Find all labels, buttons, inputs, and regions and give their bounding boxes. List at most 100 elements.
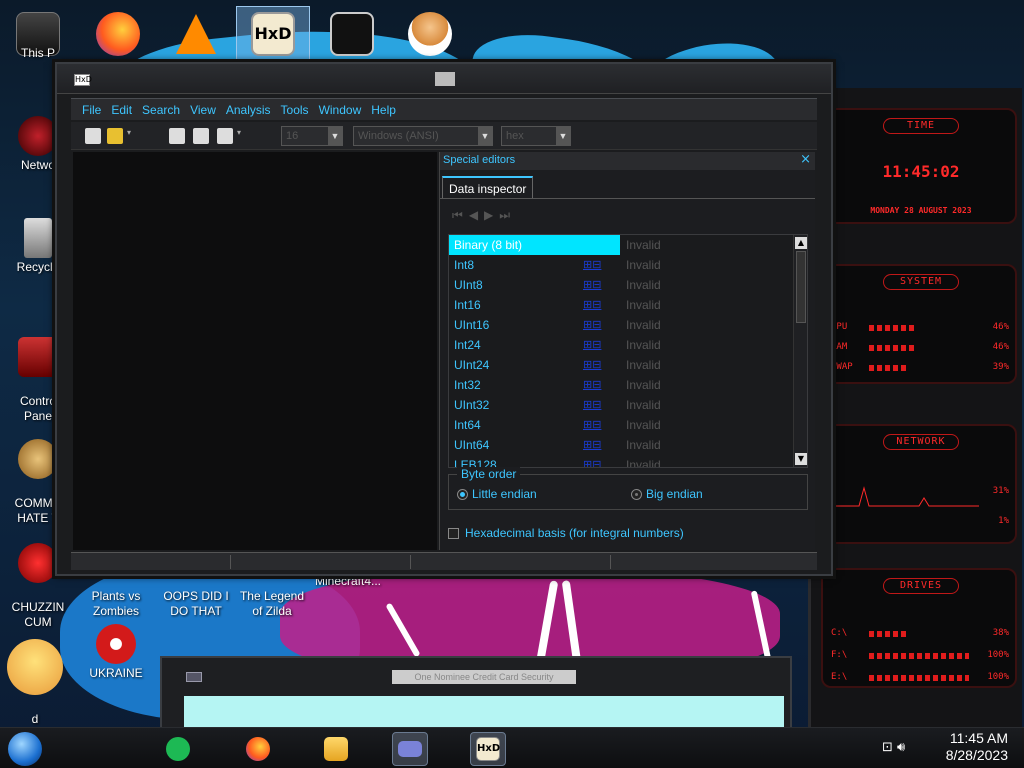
inspector-row-int8[interactable]: Int8 ⊞⊟ Invalid — [449, 255, 793, 275]
start-button[interactable] — [8, 732, 42, 766]
time-card: TIME 11:45:02 MONDAY 28 AUGUST 2023 — [821, 108, 1017, 224]
special-editors-header: Special editors × — [440, 152, 815, 170]
menu-help[interactable]: Help — [366, 99, 401, 121]
dropdown-arrow-icon[interactable]: ▾ — [237, 128, 243, 144]
scroll-down-icon[interactable]: ▼ — [795, 453, 807, 465]
taskbar-card-app[interactable] — [392, 732, 428, 766]
display-mode-select[interactable]: hex ▼ — [501, 126, 571, 146]
control-panel-icon — [18, 337, 58, 377]
scroll-up-icon[interactable]: ▲ — [795, 237, 807, 249]
menu-window[interactable]: Window — [314, 99, 367, 121]
credit-card-window-title: One Nominee Credit Card Security — [392, 670, 576, 684]
inspector-row-uint24[interactable]: UInt24 ⊞⊟ Invalid — [449, 355, 793, 375]
taskbar-firefox[interactable] — [240, 732, 276, 766]
volume-icon[interactable]: 🔊︎ — [897, 740, 905, 755]
inspector-scrollbar[interactable]: ▲ ▼ — [793, 235, 807, 467]
hxd-desktop-icon[interactable]: HxD — [236, 6, 310, 62]
inspector-row-uint8[interactable]: UInt8 ⊞⊟ Invalid — [449, 275, 793, 295]
card-app-icon[interactable] — [186, 672, 202, 682]
row-type-label: UInt8 — [454, 278, 483, 292]
properties-icon[interactable] — [217, 128, 233, 144]
hxd-system-menu-icon[interactable]: HxD — [74, 74, 92, 86]
row-type-label: UInt32 — [454, 398, 490, 412]
hex-basis-checkbox[interactable]: Hexadecimal basis (for integral numbers) — [448, 526, 684, 540]
open-dropdown-arrow-icon[interactable]: ▾ — [127, 128, 133, 144]
inspector-row-uint32[interactable]: UInt32 ⊞⊟ Invalid — [449, 395, 793, 415]
last-icon[interactable]: ⏭ — [499, 208, 510, 223]
big-endian-radio[interactable]: Big endian — [631, 487, 703, 501]
inspector-row-int24[interactable]: Int24 ⊞⊟ Invalid — [449, 335, 793, 355]
toolbar: ▾ ▾ 16 ▼ Windows (ANSI) ▼ hex ▼ — [71, 122, 817, 150]
desktop-icon-plants-vs-zombies[interactable]: Plants vs Zombies — [78, 574, 154, 619]
window-titlebar[interactable]: HxD — [57, 64, 831, 94]
desktop-icon-this-pc[interactable]: This P — [0, 46, 76, 61]
base-toggle-icon[interactable]: ⊞⊟ — [583, 398, 601, 411]
base-toggle-icon[interactable]: ⊞⊟ — [583, 378, 601, 391]
desktop-icon-minecraft[interactable]: Minecraft4... — [310, 574, 386, 589]
menu-tools[interactable]: Tools — [276, 99, 314, 121]
taskbar-hxd[interactable]: HxD — [470, 732, 506, 766]
bytes-per-row-select[interactable]: 16 ▼ — [281, 126, 343, 146]
firefox-icon — [246, 737, 270, 761]
row-value: Invalid — [626, 398, 661, 412]
inspector-row-uint16[interactable]: UInt16 ⊞⊟ Invalid — [449, 315, 793, 335]
little-endian-radio[interactable]: Little endian — [457, 487, 537, 501]
row-type-label: Int8 — [454, 258, 475, 272]
save-icon[interactable] — [169, 128, 185, 144]
card-icon — [398, 741, 422, 757]
desktop-icon-legend-of-zilda[interactable]: The Legend of Zilda — [234, 574, 310, 619]
base-toggle-icon[interactable]: ⊞⊟ — [583, 438, 601, 451]
network-tray-icon[interactable]: ⊡ — [882, 740, 893, 755]
hex-editor-area[interactable] — [73, 152, 437, 550]
radiation-icon — [96, 624, 136, 664]
menu-analysis[interactable]: Analysis — [221, 99, 276, 121]
row-value: Invalid — [626, 318, 661, 332]
drive-f-row: F:\ 100% — [829, 650, 1013, 664]
previous-icon[interactable]: ◀ — [469, 208, 478, 222]
doctor-desktop-icon[interactable] — [400, 6, 460, 62]
inspector-row-uint64[interactable]: UInt64 ⊞⊟ Invalid — [449, 435, 793, 455]
inspector-row-int32[interactable]: Int32 ⊞⊟ Invalid — [449, 375, 793, 395]
base-toggle-icon[interactable]: ⊞⊟ — [583, 318, 601, 331]
menu-search[interactable]: Search — [137, 99, 185, 121]
base-toggle-icon[interactable]: ⊞⊟ — [583, 418, 601, 431]
inspector-row-binary[interactable]: Binary (8 bit) Invalid — [449, 235, 793, 255]
system-tray: ⊡ 🔊︎ — [882, 740, 905, 755]
new-file-icon[interactable] — [85, 128, 101, 144]
big-endian-label: Big endian — [646, 487, 703, 501]
inspector-row-int16[interactable]: Int16 ⊞⊟ Invalid — [449, 295, 793, 315]
open-folder-icon[interactable] — [107, 128, 123, 144]
vlc-desktop-icon[interactable] — [166, 6, 226, 62]
firefox-desktop-icon[interactable] — [88, 6, 148, 62]
tab-data-inspector[interactable]: Data inspector — [442, 176, 534, 198]
save-all-icon[interactable] — [193, 128, 209, 144]
desktop-icon-label: The Legend of Zilda — [239, 589, 305, 618]
base-toggle-icon[interactable]: ⊞⊟ — [583, 358, 601, 371]
base-toggle-icon[interactable]: ⊞⊟ — [583, 258, 601, 271]
notes-icon — [166, 737, 190, 761]
close-icon[interactable]: × — [800, 152, 811, 167]
row-value: Invalid — [626, 438, 661, 452]
desktop-icon-oops[interactable]: OOPS DID I DO THAT — [158, 574, 234, 619]
menu-bar: File Edit Search View Analysis Tools Window Hel… — [71, 98, 817, 120]
base-toggle-icon[interactable]: ⊞⊟ — [583, 338, 601, 351]
taskbar-notes-app[interactable] — [160, 732, 196, 766]
base-toggle-icon[interactable]: ⊞⊟ — [583, 458, 601, 467]
special-editors-title: Special editors — [443, 154, 516, 166]
base-toggle-icon[interactable]: ⊞⊟ — [583, 278, 601, 291]
menu-edit[interactable]: Edit — [106, 99, 137, 121]
base-toggle-icon[interactable]: ⊞⊟ — [583, 298, 601, 311]
inspector-row-int64[interactable]: Int64 ⊞⊟ Invalid — [449, 415, 793, 435]
encoding-select[interactable]: Windows (ANSI) ▼ — [353, 126, 493, 146]
next-icon[interactable]: ▶ — [484, 208, 493, 222]
menu-view[interactable]: View — [185, 99, 221, 121]
first-icon[interactable]: ⏮ — [452, 208, 463, 223]
menu-file[interactable]: File — [77, 99, 106, 121]
desktop-icon-partial[interactable]: d n... — [0, 624, 70, 742]
desktop-icon-ukraine[interactable]: UKRAINE — [78, 624, 154, 681]
taskbar-clock[interactable]: 11:45 AM 8/28/2023 — [946, 730, 1008, 764]
network-icon — [18, 116, 58, 156]
taskbar-file-explorer[interactable] — [318, 732, 354, 766]
scrollbar-thumb[interactable] — [796, 251, 806, 323]
app-desktop-icon[interactable] — [322, 6, 382, 62]
